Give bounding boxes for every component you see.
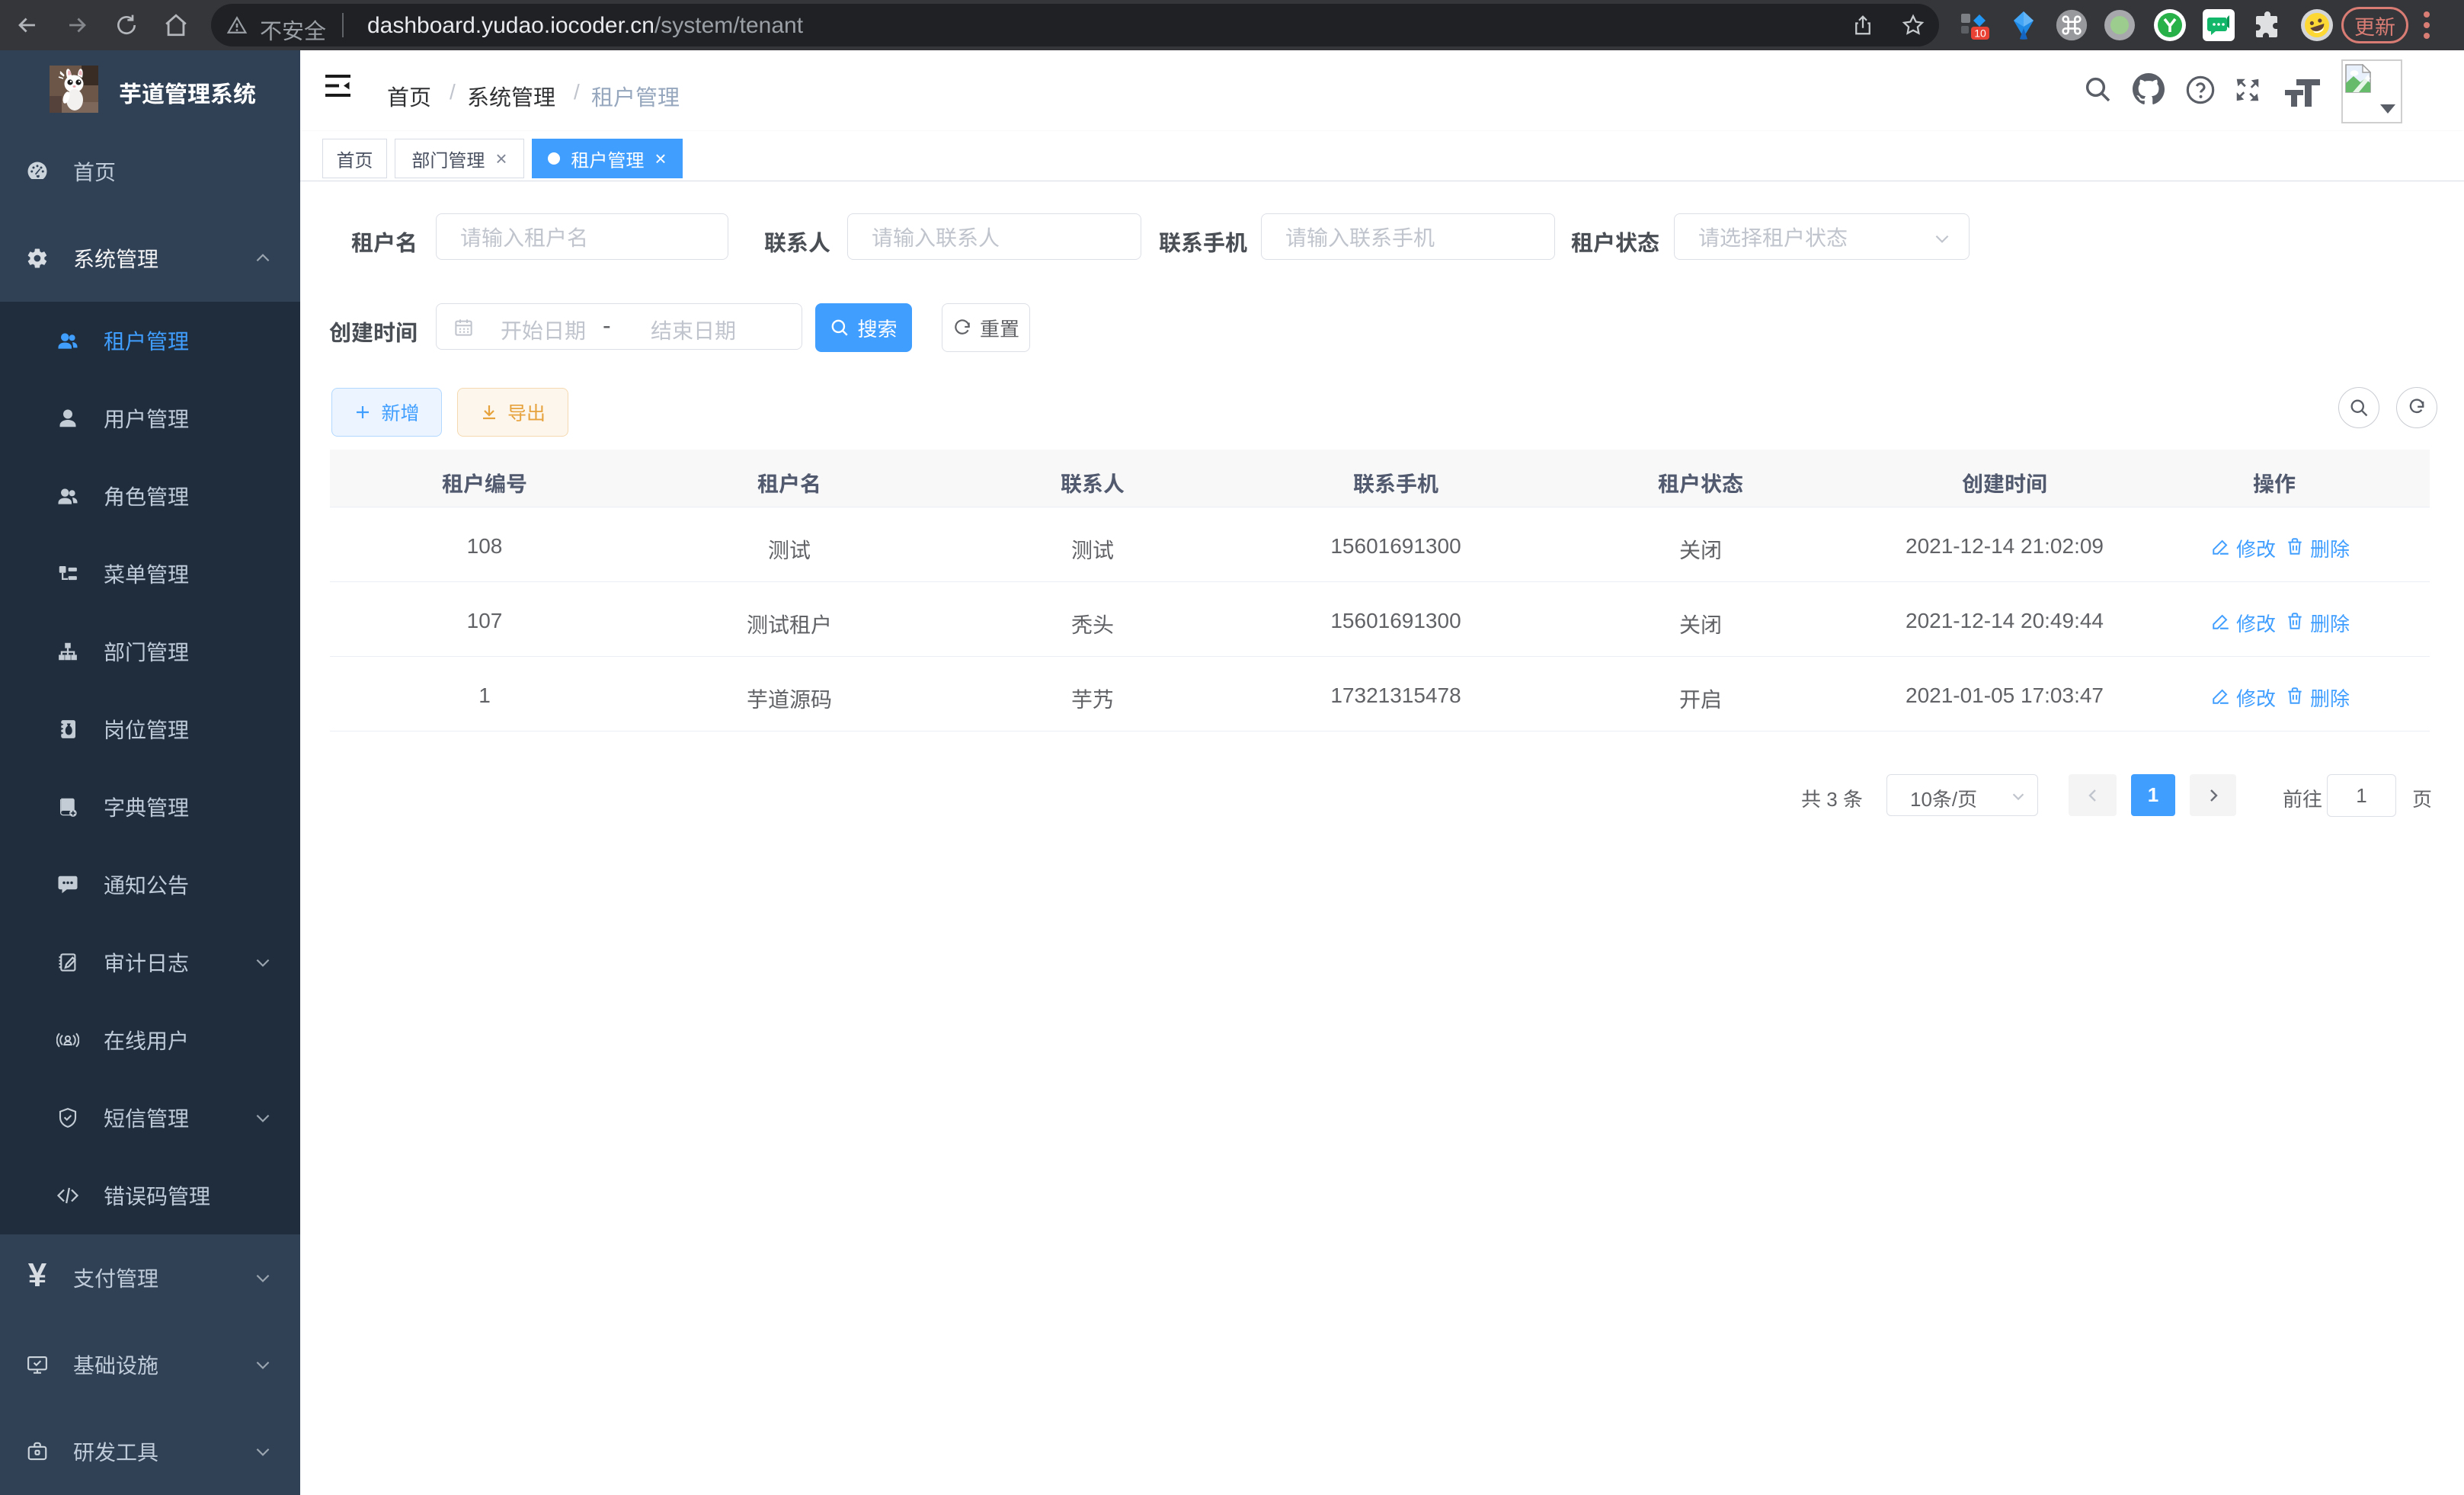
svg-text:10: 10 (1974, 27, 1986, 40)
